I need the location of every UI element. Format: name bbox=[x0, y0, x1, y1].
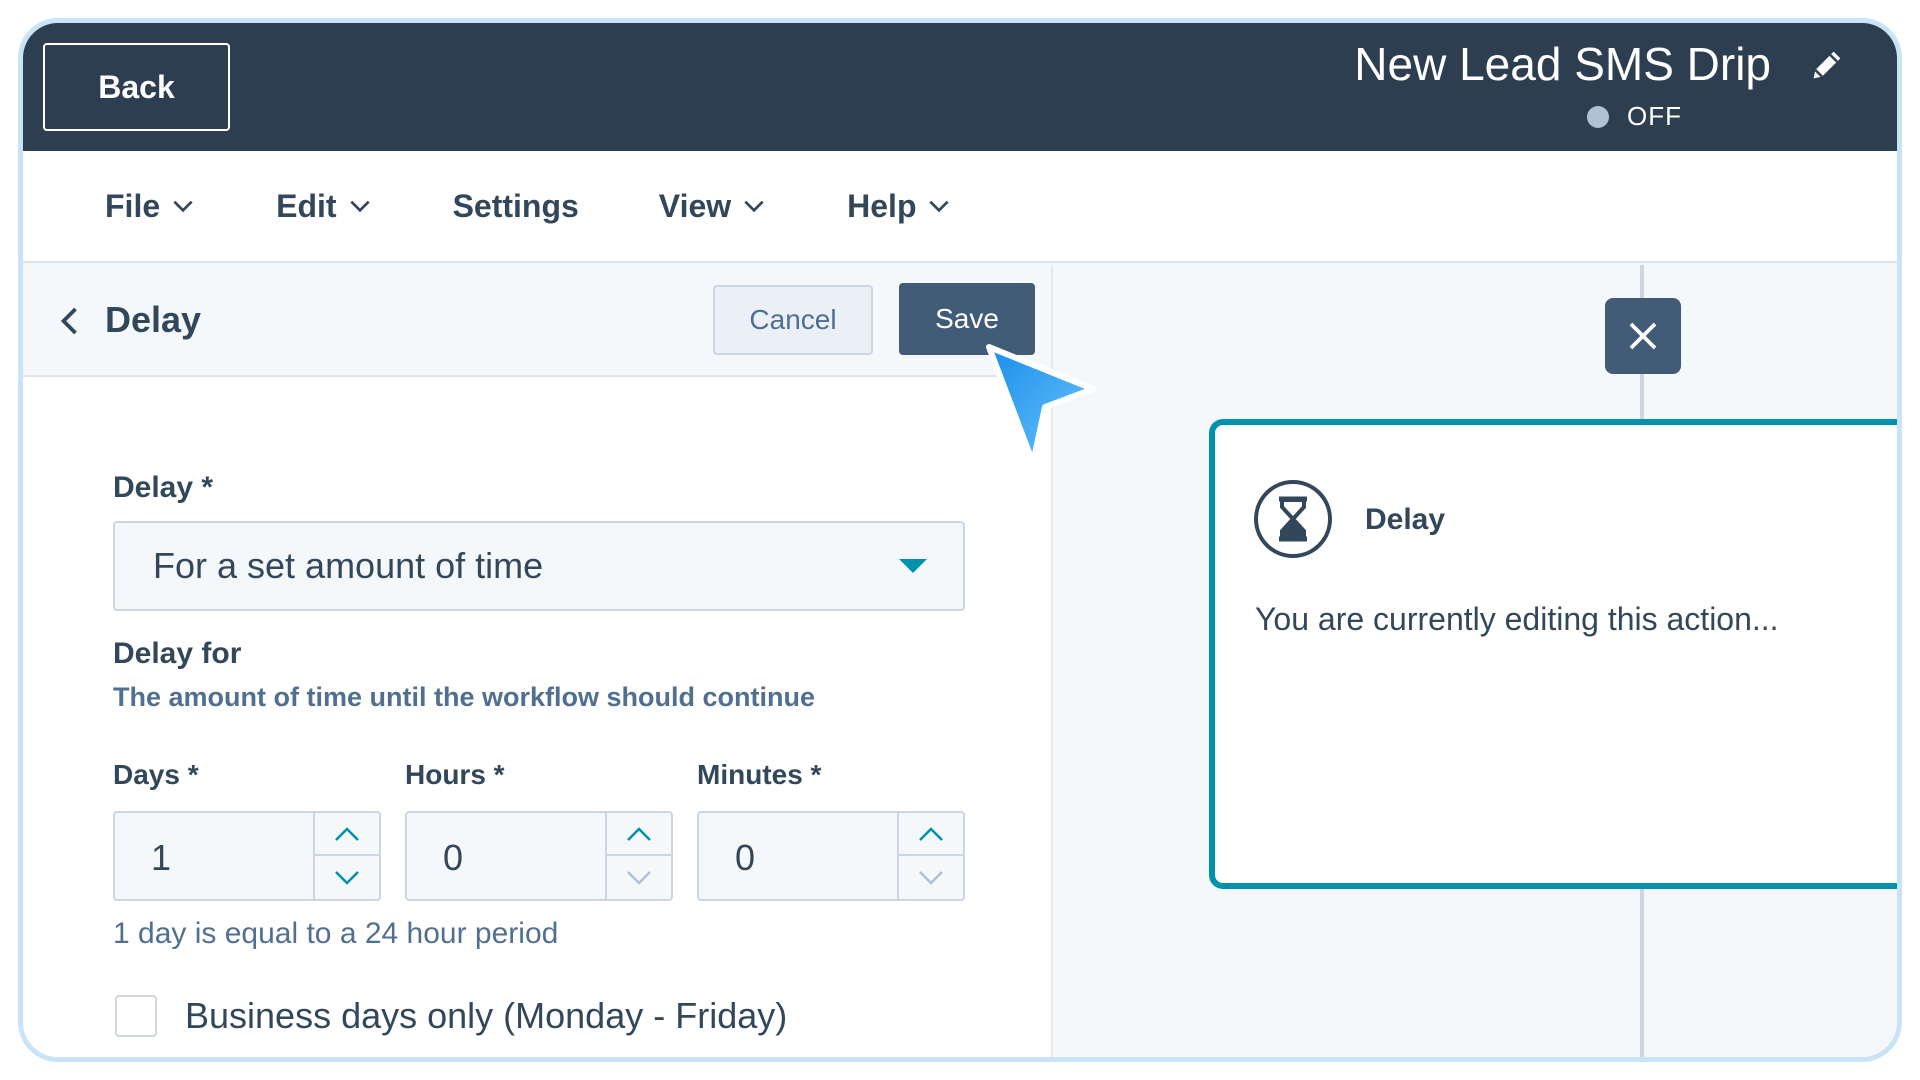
chevron-down-icon bbox=[919, 870, 943, 885]
chevron-down-icon bbox=[349, 200, 370, 213]
close-icon bbox=[1629, 322, 1657, 350]
caret-down-icon bbox=[899, 559, 927, 573]
delay-type-value: For a set amount of time bbox=[153, 545, 544, 586]
minutes-stepper-buttons bbox=[897, 813, 963, 899]
menu-settings-label: Settings bbox=[452, 187, 579, 224]
card-body: You are currently editing this action... bbox=[1255, 601, 1779, 637]
menu-file[interactable]: File bbox=[105, 188, 196, 225]
days-stepper[interactable]: 1 bbox=[113, 811, 381, 901]
delay-for-label: Delay for bbox=[113, 637, 242, 670]
panel-header: Delay Cancel Save bbox=[23, 265, 1051, 377]
delay-for-help: The amount of time until the workflow sh… bbox=[113, 682, 815, 712]
chevron-down-icon bbox=[335, 870, 359, 885]
delay-type-select[interactable]: For a set amount of time bbox=[113, 521, 965, 611]
day-footnote: 1 day is equal to a 24 hour period bbox=[113, 917, 559, 950]
minutes-increment-button[interactable] bbox=[899, 813, 963, 856]
chevron-left-icon[interactable] bbox=[53, 301, 89, 341]
days-increment-button[interactable] bbox=[315, 813, 379, 856]
hours-decrement-button[interactable] bbox=[607, 856, 671, 899]
chevron-down-icon bbox=[173, 200, 193, 213]
chevron-down-icon bbox=[744, 200, 764, 213]
minutes-input[interactable]: 0 bbox=[735, 837, 755, 879]
minutes-stepper[interactable]: 0 bbox=[697, 811, 965, 901]
days-stepper-buttons bbox=[313, 813, 379, 899]
close-button[interactable] bbox=[1605, 298, 1681, 374]
status-dot-icon bbox=[1587, 105, 1609, 128]
menu-view[interactable]: View bbox=[659, 188, 767, 225]
pencil-icon[interactable] bbox=[1807, 45, 1847, 85]
days-decrement-button[interactable] bbox=[315, 856, 379, 899]
workflow-status: OFF bbox=[1587, 101, 1682, 132]
chevron-down-icon bbox=[929, 200, 950, 213]
top-header: Back New Lead SMS Drip OFF bbox=[23, 23, 1897, 151]
minutes-decrement-button[interactable] bbox=[899, 856, 963, 899]
chevron-up-icon bbox=[919, 826, 943, 841]
app-frame: Back New Lead SMS Drip OFF File Edit Set… bbox=[18, 18, 1902, 1062]
menu-edit[interactable]: Edit bbox=[276, 188, 372, 225]
menu-help[interactable]: Help bbox=[847, 188, 952, 225]
business-days-checkbox[interactable] bbox=[115, 995, 157, 1037]
hours-label: Hours * bbox=[405, 759, 505, 790]
minutes-label: Minutes * bbox=[697, 759, 822, 790]
business-days-label[interactable]: Business days only (Monday - Friday) bbox=[185, 995, 787, 1037]
hours-increment-button[interactable] bbox=[607, 813, 671, 856]
action-edit-panel: Delay Cancel Save Delay * For a set amou… bbox=[23, 265, 1053, 1057]
menu-bar: File Edit Settings View Help bbox=[23, 151, 1897, 263]
menu-settings[interactable]: Settings bbox=[453, 188, 579, 225]
cursor-arrow-icon bbox=[986, 344, 1096, 466]
cancel-button[interactable]: Cancel bbox=[713, 285, 873, 355]
menu-help-label: Help bbox=[847, 187, 917, 224]
menu-edit-label: Edit bbox=[276, 187, 337, 224]
hours-stepper[interactable]: 0 bbox=[405, 811, 673, 901]
hours-stepper-buttons bbox=[605, 813, 671, 899]
days-input[interactable]: 1 bbox=[151, 837, 171, 879]
days-label: Days * bbox=[113, 759, 199, 790]
chevron-up-icon bbox=[627, 826, 651, 841]
chevron-up-icon bbox=[335, 826, 359, 841]
menu-view-label: View bbox=[658, 187, 732, 224]
status-text: OFF bbox=[1627, 101, 1682, 131]
panel-title: Delay bbox=[105, 299, 202, 340]
workflow-title: New Lead SMS Drip bbox=[1354, 38, 1771, 90]
delay-type-label: Delay * bbox=[113, 471, 214, 504]
back-button[interactable]: Back bbox=[43, 43, 230, 131]
hours-input[interactable]: 0 bbox=[443, 837, 463, 879]
delay-action-card[interactable]: Delay You are currently editing this act… bbox=[1209, 419, 1897, 889]
menu-file-label: File bbox=[105, 187, 161, 224]
hourglass-icon bbox=[1254, 480, 1332, 558]
card-title: Delay bbox=[1365, 503, 1446, 536]
chevron-down-icon bbox=[627, 870, 651, 885]
